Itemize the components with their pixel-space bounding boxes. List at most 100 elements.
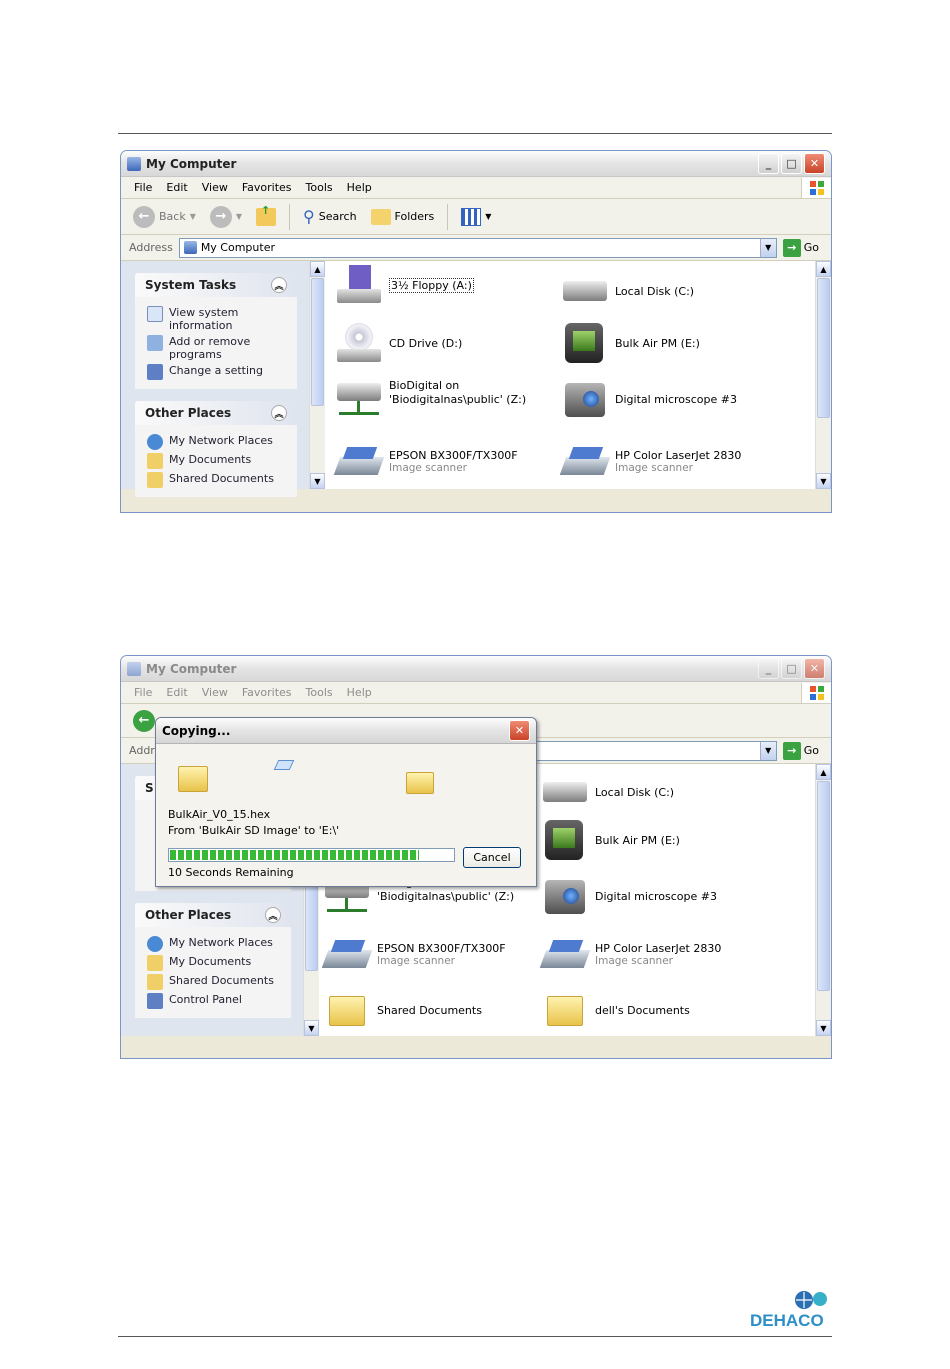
scroll-thumb[interactable]: [817, 278, 830, 418]
digital-microscope-item[interactable]: Digital microscope #3: [561, 379, 737, 419]
task-add-remove-programs[interactable]: Add or remove programs: [147, 335, 287, 361]
go-label: Go: [803, 744, 819, 757]
scroll-thumb[interactable]: [817, 781, 830, 991]
scroll-thumb[interactable]: [311, 278, 324, 406]
copy-file-name: BulkAir_V0_15.hex: [168, 808, 271, 821]
place-label: My Network Places: [169, 936, 273, 949]
other-places-title: Other Places: [145, 908, 232, 922]
search-button[interactable]: ⚲ Search: [299, 205, 361, 228]
scroll-down-icon[interactable]: ▼: [310, 473, 325, 489]
item-label: Shared Documents: [377, 1003, 482, 1017]
maximize-button[interactable]: □: [781, 658, 802, 679]
menu-help[interactable]: Help: [340, 686, 379, 699]
close-button[interactable]: ✕: [804, 153, 825, 174]
hard-disk-icon: [541, 772, 589, 812]
epson-scanner-item[interactable]: EPSON BX300F/TX300F Image scanner: [333, 441, 518, 481]
maximize-button[interactable]: □: [781, 153, 802, 174]
go-button[interactable]: → Go: [782, 238, 831, 257]
minimize-button[interactable]: _: [758, 658, 779, 679]
local-disk-item[interactable]: Local Disk (C:): [561, 271, 694, 311]
menu-tools[interactable]: Tools: [299, 686, 340, 699]
menu-edit[interactable]: Edit: [159, 686, 194, 699]
address-dropdown-button[interactable]: ▼: [759, 238, 776, 257]
task-pane-scrollbar[interactable]: ▲ ▼: [309, 261, 325, 489]
menu-help[interactable]: Help: [340, 181, 379, 194]
forward-button[interactable]: → ▼: [206, 204, 246, 230]
views-button[interactable]: ▼: [457, 206, 495, 228]
menu-favorites[interactable]: Favorites: [235, 181, 299, 194]
folders-label: Folders: [394, 210, 435, 223]
bulk-air-drive-item[interactable]: Bulk Air PM (E:): [541, 820, 680, 860]
menu-file[interactable]: File: [127, 181, 159, 194]
content-scrollbar[interactable]: ▲ ▼: [815, 764, 831, 1036]
epson-scanner-item[interactable]: EPSON BX300F/TX300F Image scanner: [321, 934, 506, 974]
search-label: Search: [318, 210, 357, 223]
other-places-header[interactable]: Other Places ︽: [135, 401, 297, 425]
dialog-close-button[interactable]: ✕: [509, 720, 530, 741]
computer-icon: [127, 661, 141, 676]
chevron-down-icon: ▼: [235, 212, 243, 221]
hp-scanner-item[interactable]: HP Color LaserJet 2830 Image scanner: [559, 441, 741, 481]
computer-icon: [127, 156, 141, 171]
cd-drive-item[interactable]: CD Drive (D:): [335, 323, 462, 363]
address-input[interactable]: My Computer ▼: [178, 237, 777, 258]
system-tasks-header[interactable]: System Tasks ︽: [135, 273, 297, 297]
address-label: Address: [129, 241, 173, 254]
place-my-network[interactable]: My Network Places: [147, 434, 287, 450]
my-computer-window: My Computer _ □ ✕ File Edit View Favorit…: [120, 150, 832, 513]
other-places-panel: Other Places ︽ My Network Places My Docum…: [135, 401, 297, 497]
other-places-header[interactable]: Other Places ︽: [135, 903, 291, 927]
place-my-documents[interactable]: My Documents: [147, 453, 287, 469]
dehaco-logo: DEHACO: [750, 1290, 835, 1330]
place-shared-documents[interactable]: Shared Documents: [147, 472, 287, 488]
hp-scanner-item[interactable]: HP Color LaserJet 2830 Image scanner: [539, 934, 721, 974]
menu-view[interactable]: View: [195, 181, 235, 194]
place-control-panel[interactable]: Control Panel: [147, 993, 281, 1009]
scroll-up-icon[interactable]: ▲: [816, 764, 831, 780]
scroll-up-icon[interactable]: ▲: [816, 261, 831, 277]
up-folder-button[interactable]: ↑: [252, 204, 280, 228]
bulk-air-drive-item[interactable]: Bulk Air PM (E:): [561, 323, 700, 363]
scroll-down-icon[interactable]: ▼: [816, 473, 831, 489]
place-label: My Documents: [169, 453, 252, 466]
folders-button[interactable]: Folders: [367, 207, 439, 227]
network-drive-icon: [335, 379, 383, 419]
local-disk-item[interactable]: Local Disk (C:): [541, 772, 674, 812]
content-scrollbar[interactable]: ▲ ▼: [815, 261, 831, 489]
task-change-setting[interactable]: Change a setting: [147, 364, 287, 380]
time-remaining: 10 Seconds Remaining: [168, 866, 294, 879]
scroll-down-icon[interactable]: ▼: [816, 1020, 831, 1036]
minimize-button[interactable]: _: [758, 153, 779, 174]
task-view-system-info[interactable]: View system information: [147, 306, 287, 332]
digital-microscope-item[interactable]: Digital microscope #3: [541, 876, 717, 916]
scroll-down-icon[interactable]: ▼: [304, 1020, 319, 1036]
menu-edit[interactable]: Edit: [159, 181, 194, 194]
menu-view[interactable]: View: [195, 686, 235, 699]
place-my-documents[interactable]: My Documents: [147, 955, 281, 971]
go-button[interactable]: → Go: [782, 741, 831, 760]
address-value: My Computer: [200, 241, 275, 254]
back-button[interactable]: ← Back ▼: [129, 204, 200, 230]
address-dropdown-button[interactable]: ▼: [759, 741, 776, 760]
item-label: EPSON BX300F/TX300F: [377, 941, 506, 955]
scroll-up-icon[interactable]: ▲: [310, 261, 325, 277]
dialog-body: BulkAir_V0_15.hex From 'BulkAir SD Image…: [156, 744, 536, 886]
camera-icon: [561, 379, 609, 419]
item-label: BioDigital on 'Biodigitalnas\public' (Z:…: [389, 379, 527, 406]
network-drive-item[interactable]: BioDigital on 'Biodigitalnas\public' (Z:…: [335, 379, 559, 419]
menu-favorites[interactable]: Favorites: [235, 686, 299, 699]
place-my-network[interactable]: My Network Places: [147, 936, 281, 952]
menu-file[interactable]: File: [127, 686, 159, 699]
dells-documents-item[interactable]: dell's Documents: [541, 990, 690, 1030]
cancel-button[interactable]: Cancel: [463, 847, 521, 868]
place-shared-documents[interactable]: Shared Documents: [147, 974, 281, 990]
address-bar: Address My Computer ▼ → Go: [121, 235, 831, 261]
shared-documents-item[interactable]: Shared Documents: [323, 990, 482, 1030]
add-remove-programs-icon: [147, 335, 163, 351]
close-button[interactable]: ✕: [804, 658, 825, 679]
collapse-icon: ︽: [271, 277, 287, 293]
floppy-drive-item[interactable]: 3½ Floppy (A:): [335, 265, 474, 305]
menu-tools[interactable]: Tools: [299, 181, 340, 194]
camera-icon: [541, 876, 589, 916]
item-sublabel: Image scanner: [595, 954, 673, 967]
